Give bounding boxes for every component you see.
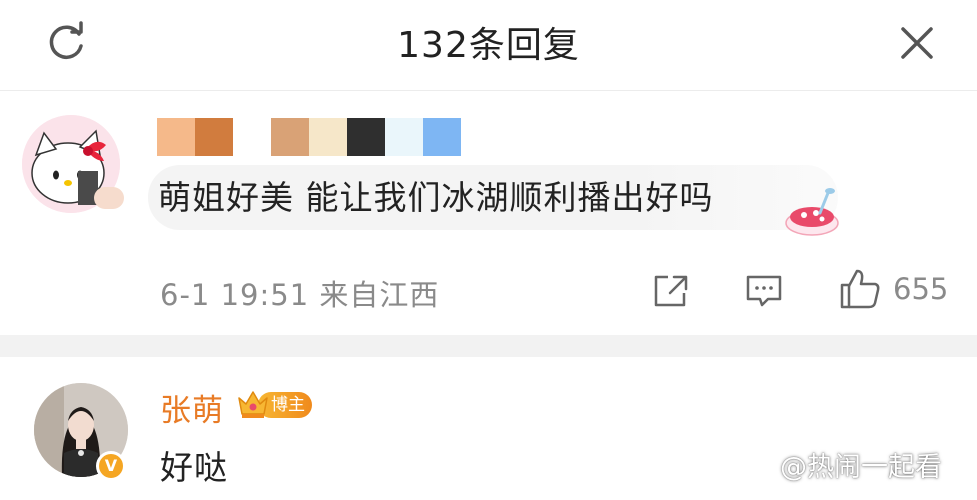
- masked-username-block: [309, 118, 347, 156]
- section-divider: [0, 335, 977, 357]
- masked-username-block: [347, 118, 385, 156]
- comment-meta: 6-1 19:51 来自江西: [160, 278, 440, 312]
- page-title: 132条回复: [397, 25, 580, 66]
- dessert-sticker-icon: [785, 188, 839, 236]
- masked-username-block: [423, 118, 461, 156]
- like-icon[interactable]: [838, 267, 882, 311]
- like-count: 655: [893, 272, 949, 306]
- masked-username-block: [233, 118, 271, 156]
- share-icon[interactable]: [652, 273, 690, 309]
- watermark: @热闹一起看: [780, 452, 942, 483]
- masked-username-block: [385, 118, 423, 156]
- crown-icon: [238, 391, 268, 418]
- comment-icon[interactable]: [744, 271, 784, 311]
- avatar-badge: [94, 187, 124, 209]
- reply-text: 好哒: [160, 448, 228, 487]
- header-bar: 132条回复: [0, 0, 977, 91]
- comment-text: 萌姐好美 能让我们冰湖顺利播出好吗: [158, 178, 714, 217]
- paw-icon: [750, 451, 777, 475]
- masked-username-block: [157, 118, 195, 156]
- reply-item: V 张萌 博主 好哒 @热闹一起看: [0, 357, 977, 500]
- verified-badge-icon: V: [96, 451, 126, 481]
- close-icon[interactable]: [896, 22, 938, 64]
- blogger-badge: 博主: [236, 388, 312, 420]
- reply-username[interactable]: 张萌: [160, 385, 224, 430]
- masked-username-block: [271, 118, 309, 156]
- masked-username[interactable]: [157, 118, 461, 156]
- comment-item: 萌姐好美 能让我们冰湖顺利播出好吗 6-1 19:51 来自江西 655: [0, 95, 977, 335]
- masked-username-block: [195, 118, 233, 156]
